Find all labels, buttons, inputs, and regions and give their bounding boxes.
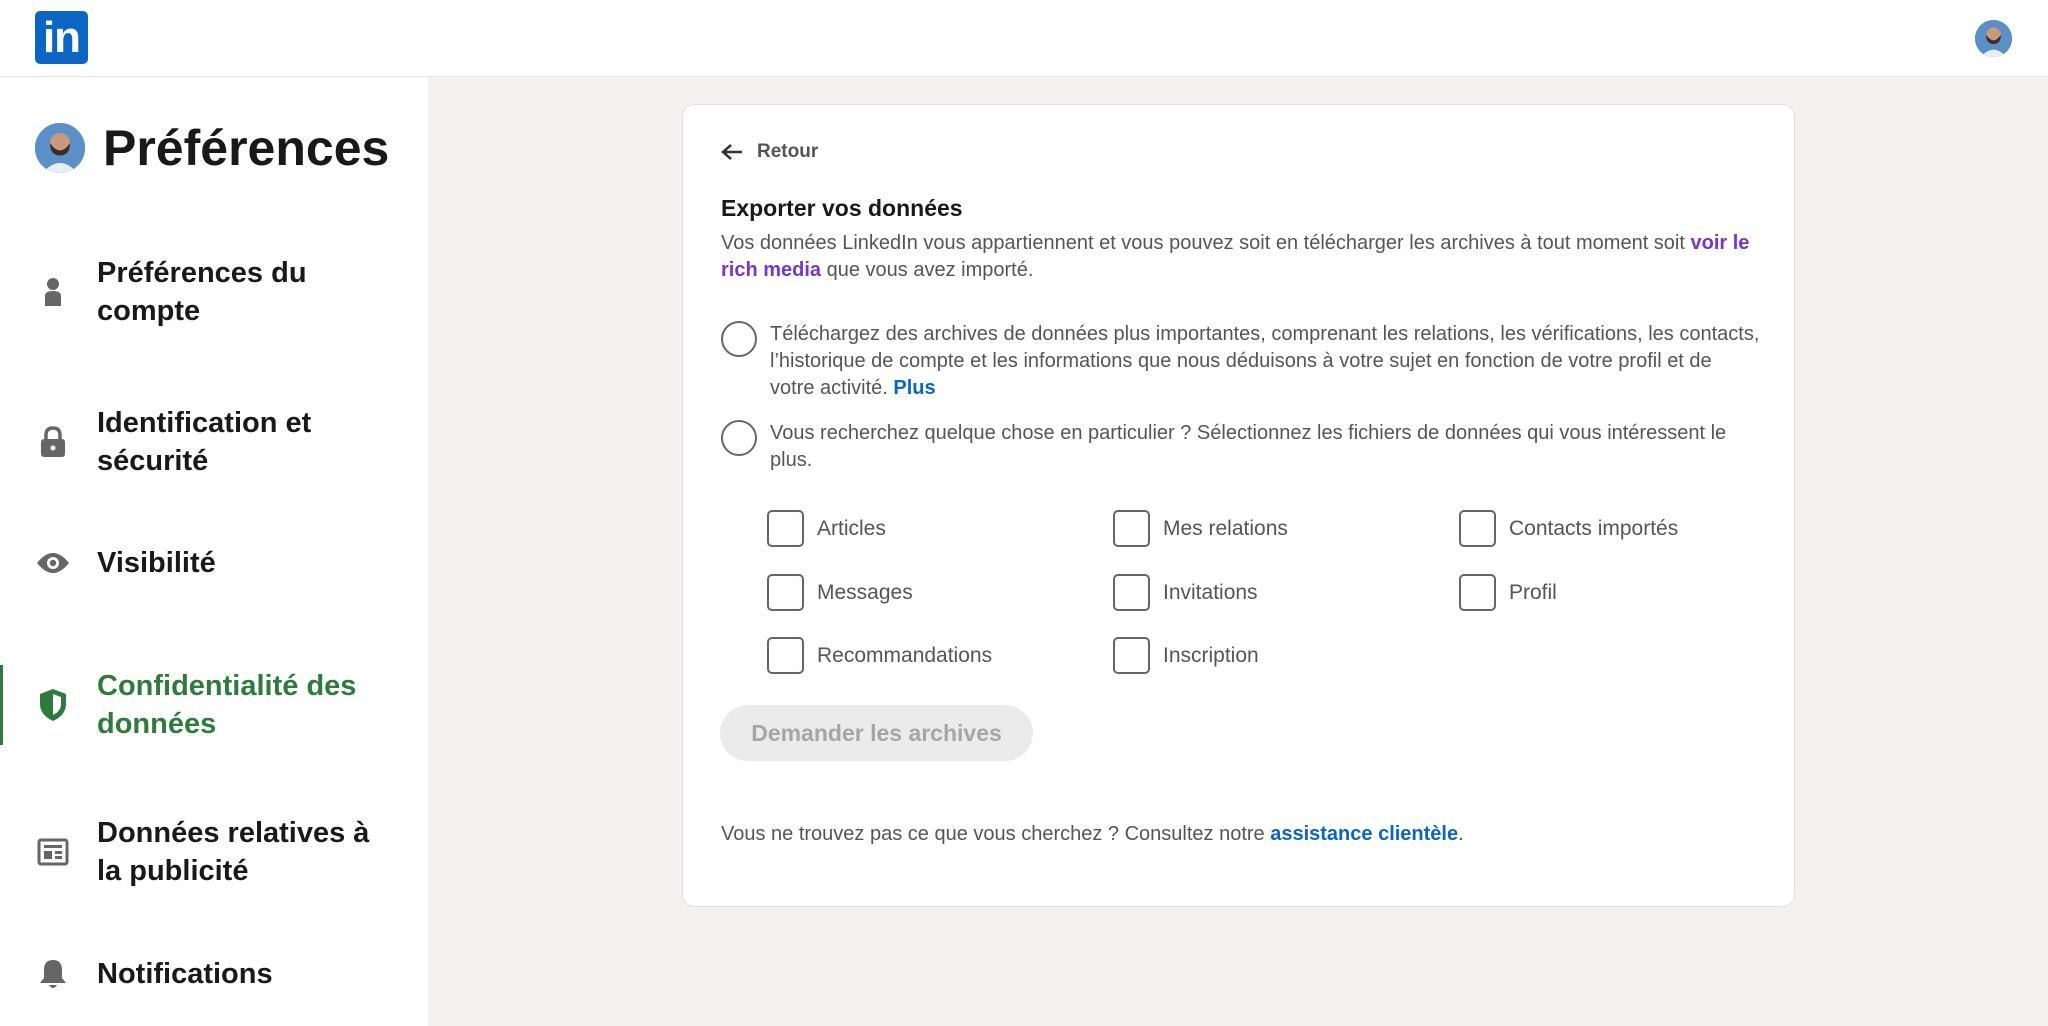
checkbox-label: Contacts importés — [1509, 516, 1679, 540]
checkbox[interactable] — [1113, 637, 1150, 674]
checkbox-label: Invitations — [1163, 580, 1258, 604]
lock-icon — [36, 425, 70, 459]
description-text: Vos données LinkedIn vous appartiennent … — [721, 232, 1691, 254]
customer-support-link[interactable]: assistance clientèle — [1270, 823, 1458, 845]
page-title: Préférences — [103, 120, 390, 176]
help-text-end: . — [1458, 823, 1464, 845]
checkbox-item-recommendations[interactable]: Recommandations — [767, 637, 992, 674]
option-full-archive[interactable]: Téléchargez des archives de données plus… — [721, 321, 1760, 402]
checkbox-item-imported-contacts[interactable]: Contacts importés — [1459, 510, 1678, 547]
section-title: Exporter vos données — [721, 195, 963, 221]
profile-avatar — [35, 123, 85, 173]
bell-icon — [36, 957, 70, 991]
checkbox[interactable] — [1459, 510, 1496, 547]
option-specific-files[interactable]: Vous recherchez quelque chose en particu… — [721, 420, 1760, 474]
sidebar-item-notifications[interactable]: Notifications — [0, 944, 428, 1004]
sidebar-item-label: Confidentialité des données — [97, 670, 357, 740]
checkbox[interactable] — [1113, 510, 1150, 547]
sidebar-item-label: Notifications — [97, 958, 273, 990]
sidebar-header: Préférences — [35, 119, 389, 177]
help-text: Vous ne trouvez pas ce que vous cherchez… — [721, 823, 1271, 845]
sidebar-item-label: Préférences du compte — [97, 257, 307, 327]
checkbox-label: Articles — [817, 516, 886, 540]
arrow-left-icon — [721, 144, 742, 160]
checkbox-item-invitations[interactable]: Invitations — [1113, 574, 1258, 611]
sidebar-item-label: Identification et sécurité — [97, 407, 312, 477]
top-bar: in — [0, 0, 2048, 77]
checkbox-label: Mes relations — [1163, 516, 1288, 540]
user-avatar[interactable] — [1975, 20, 2012, 57]
export-data-card: Retour Exporter vos données Vos données … — [682, 104, 1795, 907]
ad-icon — [36, 835, 70, 869]
more-link[interactable]: Plus — [893, 377, 935, 399]
checkbox[interactable] — [767, 637, 804, 674]
sidebar-item-label: Données relatives à la publicité — [97, 817, 370, 887]
checkbox-label: Profil — [1509, 580, 1557, 604]
back-label: Retour — [757, 141, 819, 162]
description-text-end: que vous avez importé. — [821, 259, 1034, 281]
radio-full-archive[interactable] — [721, 321, 757, 357]
back-button[interactable]: Retour — [721, 141, 818, 163]
sidebar-item-advertising-data[interactable]: Données relatives à la publicité — [0, 812, 428, 892]
checkbox[interactable] — [1113, 574, 1150, 611]
shield-icon — [36, 688, 70, 722]
checkbox[interactable] — [767, 574, 804, 611]
checkbox-item-articles[interactable]: Articles — [767, 510, 886, 547]
checkbox-label: Recommandations — [817, 643, 993, 667]
checkbox-item-registration[interactable]: Inscription — [1113, 637, 1259, 674]
sidebar-item-label: Visibilité — [97, 547, 216, 579]
sidebar-item-account-preferences[interactable]: Préférences du compte — [0, 252, 428, 332]
person-icon — [36, 275, 70, 309]
checkbox-label: Inscription — [1163, 643, 1259, 667]
checkbox[interactable] — [1459, 574, 1496, 611]
settings-sidebar: Préférences Préférences du compte Identi… — [0, 77, 428, 1026]
option-full-archive-label: Téléchargez des archives de données plus… — [770, 321, 1760, 402]
checkbox-item-profile[interactable]: Profil — [1459, 574, 1557, 611]
sidebar-item-data-privacy[interactable]: Confidentialité des données — [0, 665, 428, 745]
checkbox-item-messages[interactable]: Messages — [767, 574, 913, 611]
checkbox-item-connections[interactable]: Mes relations — [1113, 510, 1288, 547]
option-specific-files-label: Vous recherchez quelque chose en particu… — [770, 422, 1727, 471]
help-footer: Vous ne trouvez pas ce que vous cherchez… — [721, 823, 1464, 846]
checkbox-label: Messages — [817, 580, 913, 604]
eye-icon — [36, 546, 70, 580]
sidebar-item-visibility[interactable]: Visibilité — [0, 533, 428, 593]
linkedin-logo[interactable]: in — [35, 11, 88, 64]
radio-specific-files[interactable] — [721, 420, 757, 456]
checkbox[interactable] — [767, 510, 804, 547]
section-description: Vos données LinkedIn vous appartiennent … — [721, 230, 1761, 284]
sidebar-item-security[interactable]: Identification et sécurité — [0, 402, 428, 482]
request-archive-button[interactable]: Demander les archives — [720, 705, 1033, 761]
